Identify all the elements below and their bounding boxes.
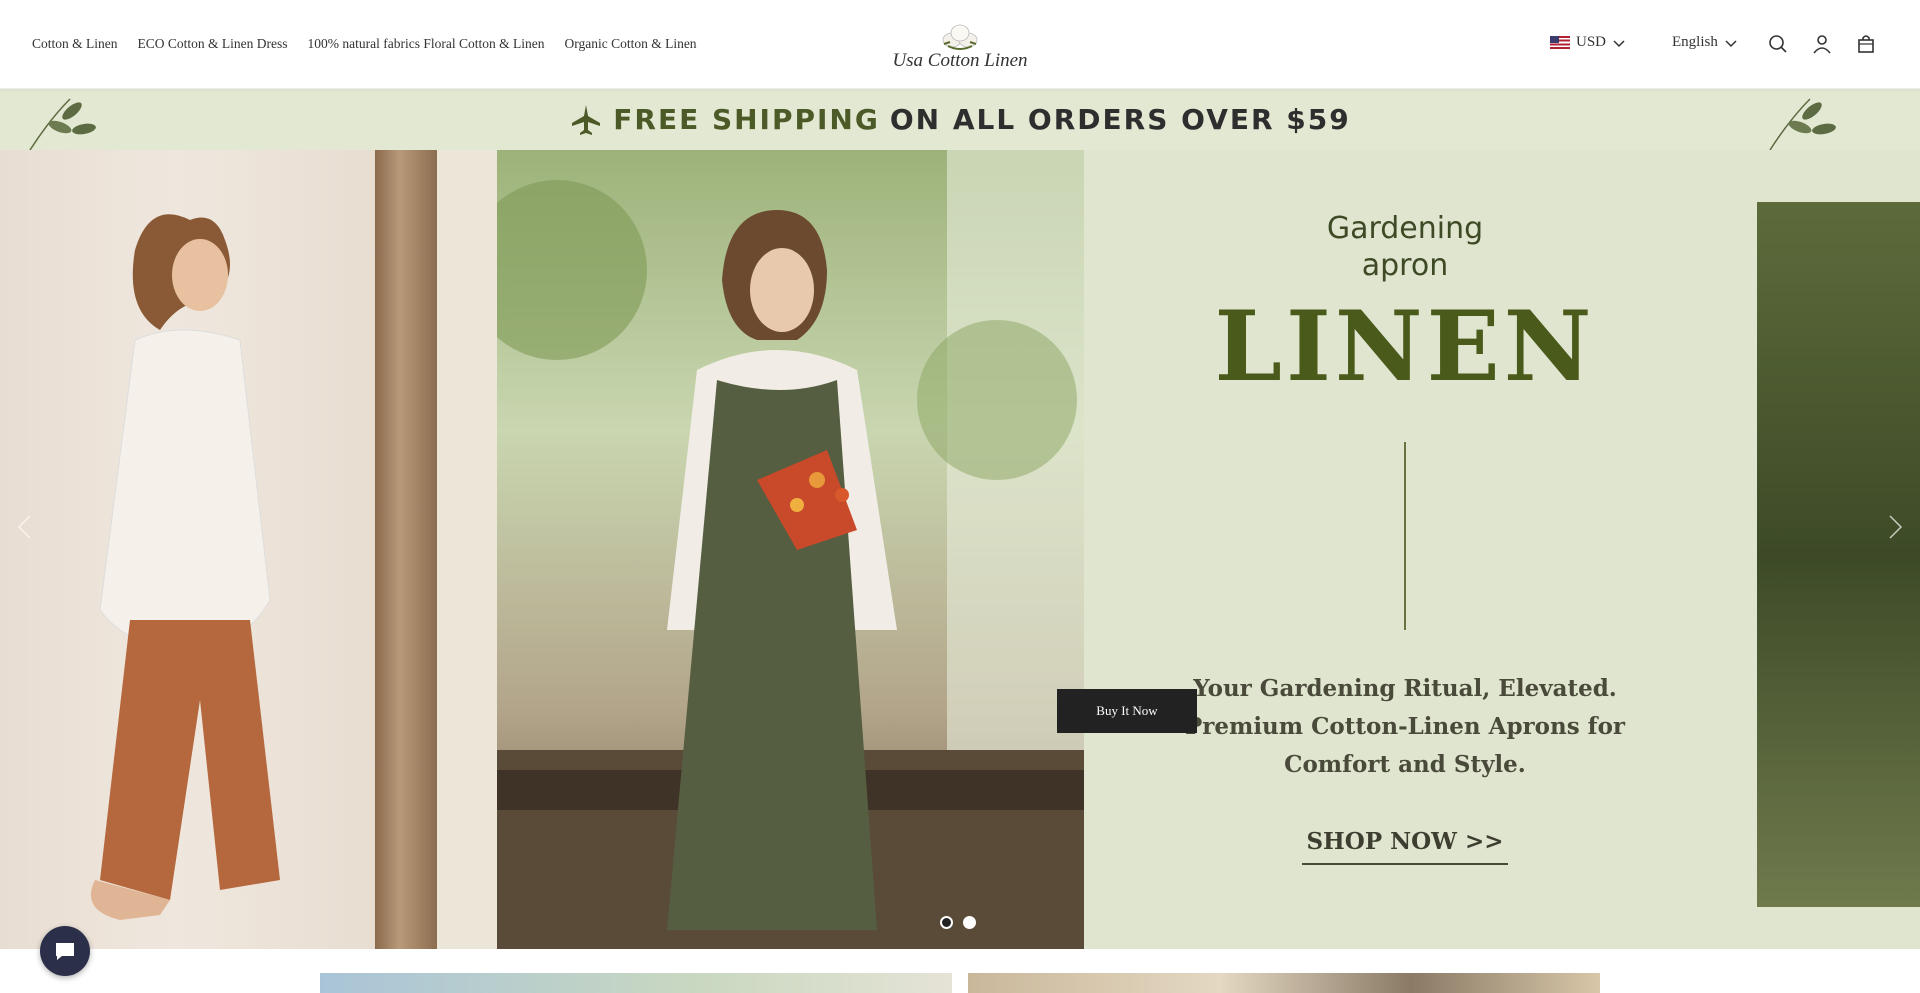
nav-cotton-linen[interactable]: Cotton & Linen [32, 36, 118, 52]
shipping-condition: ON ALL ORDERS OVER $59 [889, 103, 1351, 136]
chat-icon [56, 943, 74, 960]
slide-image-apron-model [497, 150, 1084, 949]
tagline-line2: Premium Cotton-Linen Aprons for [1184, 713, 1626, 740]
site-logo[interactable]: Usa Cotton Linen [890, 22, 1030, 74]
shipping-banner[interactable]: FREE SHIPPING ON ALL ORDERS OVER $59 [0, 89, 1920, 150]
hero-heading-line2: apron [1361, 248, 1449, 283]
apron-model-figure-icon [497, 150, 1084, 949]
site-header: Cotton & Linen ECO Cotton & Linen Dress … [0, 0, 1920, 89]
buy-it-now-button[interactable]: Buy It Now [1057, 689, 1197, 733]
hero-slider[interactable]: Gardening apron LINEN Your Gardening Rit… [0, 150, 1920, 949]
chevron-right-icon[interactable] [1880, 512, 1910, 542]
tagline-line1: Your Gardening Ritual, Elevated. [1193, 675, 1617, 702]
shop-now-link[interactable]: SHOP NOW >> [1302, 828, 1508, 865]
model-figure-icon [90, 214, 280, 920]
hero-big-word: LINEN [1214, 290, 1596, 403]
nav-floral[interactable]: 100% natural fabrics Floral Cotton & Lin… [308, 36, 545, 52]
collection-thumbnail-1[interactable] [320, 973, 952, 993]
currency-selector[interactable]: USD [1550, 34, 1626, 51]
cotton-flower-icon [942, 24, 978, 50]
nav-organic[interactable]: Organic Cotton & Linen [564, 36, 696, 52]
chat-button[interactable] [40, 926, 90, 976]
slide-divider [437, 150, 497, 949]
wooden-post [375, 150, 437, 949]
free-shipping-label: FREE SHIPPING [613, 103, 880, 136]
slide-image-woman-white-shirt [0, 150, 437, 949]
us-flag-icon [1550, 36, 1570, 49]
slide-dot-2[interactable] [963, 916, 976, 929]
chevron-down-icon [1725, 39, 1737, 47]
tagline-line3: Comfort and Style. [1284, 751, 1526, 778]
chevron-left-icon[interactable] [10, 512, 40, 542]
hero-tagline: Your Gardening Ritual, Elevated. Premium… [1140, 670, 1670, 784]
divider-line [1404, 442, 1406, 630]
chevron-down-icon [1613, 39, 1625, 47]
language-label: English [1672, 34, 1718, 50]
language-selector[interactable]: English [1672, 34, 1738, 51]
shipping-text: FREE SHIPPING ON ALL ORDERS OVER $59 [0, 89, 1920, 150]
hero-heading-line1: Gardening [1326, 211, 1484, 246]
slider-dots [940, 916, 976, 929]
slide-image-greenhouse [1757, 202, 1920, 907]
search-icon[interactable] [1767, 33, 1789, 55]
main-nav: Cotton & Linen ECO Cotton & Linen Dress … [32, 36, 717, 52]
slide-dot-1[interactable] [940, 916, 953, 929]
hero-heading: Gardening apron [1240, 210, 1570, 284]
airplane-icon [572, 104, 601, 135]
currency-label: USD [1576, 34, 1607, 50]
collection-thumbnail-2[interactable] [968, 973, 1600, 993]
logo-text: Usa Cotton Linen [892, 50, 1028, 71]
account-icon[interactable] [1811, 33, 1833, 55]
cart-icon[interactable] [1855, 33, 1877, 55]
nav-eco-dress[interactable]: ECO Cotton & Linen Dress [138, 36, 288, 52]
